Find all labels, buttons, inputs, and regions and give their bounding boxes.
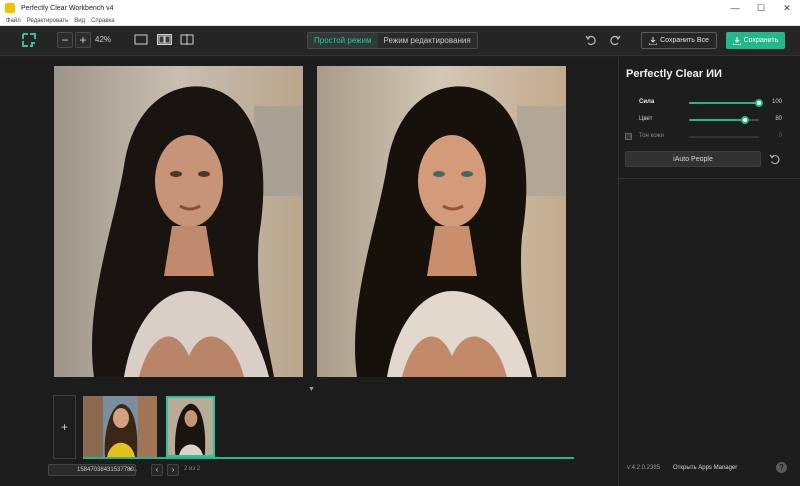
- version-label: v:4.2.0.2385: [627, 465, 661, 471]
- color-slider[interactable]: [689, 116, 759, 124]
- app-icon: [5, 3, 15, 13]
- add-image-button[interactable]: +: [53, 395, 76, 459]
- ai-panel: Perfectly Clear ИИ Сила 100 Цвет 80 Тон …: [618, 57, 800, 486]
- skin-tone-slider[interactable]: [689, 136, 759, 138]
- download-icon: [732, 36, 741, 45]
- collapse-filmstrip-icon[interactable]: ▼: [308, 386, 315, 393]
- image-canvas: ▼ + 15847038431537780.. ▾ ‹ › 2 из 2: [0, 57, 618, 486]
- skin-tone-value: 0: [778, 133, 782, 139]
- next-image-button[interactable]: ›: [167, 464, 179, 476]
- strength-handle[interactable]: [755, 99, 763, 107]
- redo-icon[interactable]: [609, 34, 621, 46]
- chevron-down-icon: ▾: [128, 467, 132, 473]
- menu-bar: Файл Редактировать Вид Справка: [0, 16, 800, 26]
- prev-image-button[interactable]: ‹: [151, 464, 163, 476]
- zoom-level: 42%: [95, 35, 112, 44]
- reset-icon[interactable]: [769, 154, 780, 165]
- menu-help[interactable]: Справка: [91, 18, 115, 24]
- side-by-side-view-icon[interactable]: [157, 34, 172, 45]
- after-image[interactable]: [317, 66, 566, 377]
- iauto-people-button[interactable]: iAuto People: [625, 151, 761, 167]
- open-apps-manager-link[interactable]: Открыть Apps Manager: [673, 465, 737, 471]
- logo-icon: [22, 33, 36, 47]
- single-view-icon[interactable]: [134, 34, 148, 45]
- zoom-out-button[interactable]: −: [57, 32, 73, 48]
- panel-title: Perfectly Clear ИИ: [626, 68, 722, 80]
- skin-tone-label: Тон кожи: [639, 133, 664, 139]
- title-bar: Perfectly Clear Workbench v4 — ☐ ✕: [0, 0, 800, 16]
- image-counter: 2 из 2: [184, 466, 201, 472]
- tab-simple-mode[interactable]: Простой режим: [308, 33, 378, 48]
- panel-divider: [619, 178, 800, 179]
- strength-slider[interactable]: [689, 99, 763, 107]
- window-controls: — ☐ ✕: [722, 0, 800, 16]
- strength-value: 100: [771, 99, 782, 105]
- color-value: 80: [775, 116, 782, 122]
- mode-toggle: Простой режим Режим редактирования: [307, 32, 478, 49]
- split-view-icon[interactable]: [180, 34, 194, 45]
- save-label: Сохранить: [743, 37, 779, 44]
- save-all-button[interactable]: Сохранить Все: [641, 32, 717, 49]
- download-icon: [649, 36, 658, 45]
- undo-icon[interactable]: [585, 34, 597, 46]
- menu-edit[interactable]: Редактировать: [27, 18, 68, 24]
- before-image[interactable]: [54, 66, 303, 377]
- file-name-select[interactable]: 15847038431537780.. ▾: [48, 464, 137, 476]
- strength-fill: [689, 102, 759, 104]
- minimize-button[interactable]: —: [722, 0, 748, 16]
- save-button[interactable]: Сохранить: [726, 32, 785, 49]
- color-fill: [689, 119, 745, 121]
- window-title: Perfectly Clear Workbench v4: [21, 4, 114, 12]
- menu-view[interactable]: Вид: [74, 18, 85, 24]
- close-button[interactable]: ✕: [774, 0, 800, 16]
- color-label: Цвет: [639, 116, 653, 122]
- toolbar: − + 42% Простой режим Режим редактирован…: [0, 26, 800, 56]
- maximize-button[interactable]: ☐: [748, 0, 774, 16]
- app-window: Perfectly Clear Workbench v4 — ☐ ✕ Файл …: [0, 0, 800, 486]
- thumbnail-2[interactable]: [166, 396, 215, 457]
- tab-edit-mode[interactable]: Режим редактирования: [377, 33, 477, 48]
- skin-tone-checkbox[interactable]: [625, 133, 632, 140]
- color-handle[interactable]: [741, 116, 749, 124]
- strength-label: Сила: [639, 99, 655, 105]
- filmstrip-progress: [83, 457, 574, 459]
- help-icon[interactable]: ?: [776, 462, 787, 473]
- zoom-in-button[interactable]: +: [75, 32, 91, 48]
- menu-file[interactable]: Файл: [6, 18, 21, 24]
- thumbnail-1[interactable]: [83, 396, 157, 457]
- save-all-label: Сохранить Все: [660, 37, 709, 44]
